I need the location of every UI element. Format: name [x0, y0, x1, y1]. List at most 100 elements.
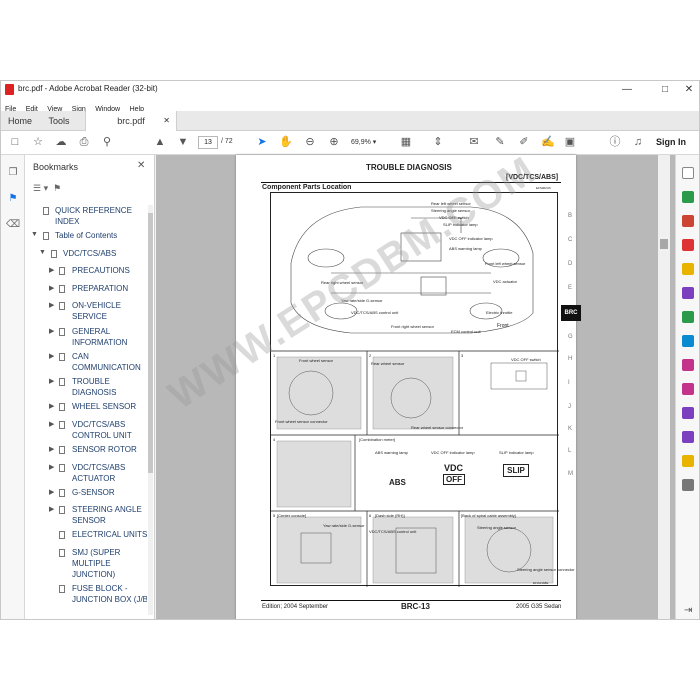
save-icon[interactable]: □ — [8, 135, 22, 149]
side-index-letter[interactable]: K — [568, 426, 572, 432]
bookmark-electrical-units[interactable]: ELECTRICAL UNITS — [72, 529, 147, 540]
select-cursor-icon[interactable]: ➤ — [255, 135, 269, 149]
side-index-letter[interactable]: J — [568, 404, 571, 410]
side-index-letter[interactable]: B — [568, 213, 572, 219]
previous-page-icon[interactable]: ▲ — [153, 135, 167, 149]
bookmark-icon — [59, 403, 65, 411]
help-icon[interactable]: ⓘ — [608, 135, 622, 149]
bookmark-on-vehicle-service[interactable]: ON-VEHICLE SERVICE — [72, 300, 147, 322]
zoom-in-icon[interactable]: ⊕ — [327, 135, 341, 149]
bookmark-sensor-rotor[interactable]: SENSOR ROTOR — [72, 444, 147, 455]
bookmark-fuse-block[interactable]: FUSE BLOCK - JUNCTION BOX (J/B) — [72, 583, 147, 605]
expand-arrow-icon[interactable]: ▶ — [49, 266, 54, 274]
bookmark-smj[interactable]: SMJ (SUPER MULTIPLE JUNCTION) — [72, 547, 147, 580]
close-icon[interactable]: ✕ — [677, 81, 699, 98]
notifications-bell-icon[interactable]: ♫ — [631, 135, 645, 149]
minimize-icon[interactable]: — — [615, 81, 639, 98]
expand-arrow-icon[interactable]: ▶ — [49, 505, 54, 513]
scroll-mode-icon[interactable]: ⇕ — [431, 135, 445, 149]
print-icon[interactable]: ⎙ — [77, 135, 91, 149]
combine-files-icon[interactable] — [682, 287, 694, 299]
panel-number: 3 — [461, 353, 464, 358]
bookmark-star-icon[interactable]: ☆ — [31, 135, 45, 149]
bookmarks-scroll-thumb[interactable] — [148, 213, 153, 473]
zoom-out-icon[interactable]: ⊖ — [303, 135, 317, 149]
side-index-letter[interactable]: M — [568, 471, 573, 477]
tab-home[interactable]: Home — [1, 111, 39, 131]
comment-icon[interactable]: ✉ — [467, 135, 481, 149]
request-signature-icon[interactable] — [682, 431, 694, 443]
edit-pdf-icon[interactable] — [682, 239, 694, 251]
document-scroll-thumb[interactable] — [660, 239, 668, 249]
fill-and-sign-icon[interactable] — [682, 407, 694, 419]
toolbar: □ ☆ ☁ ⎙ ⚲ ▲ ▼ 13 / 72 ➤ ✋ ⊖ ⊕ 69,9% ▾ ▦ … — [1, 131, 699, 155]
expand-arrow-icon[interactable]: ▶ — [49, 377, 54, 385]
search-tool-icon[interactable] — [682, 167, 694, 179]
expand-arrow-icon[interactable]: ▶ — [49, 488, 54, 496]
bookmark-general-information[interactable]: GENERAL INFORMATION — [72, 326, 147, 348]
redact-icon[interactable] — [682, 359, 694, 371]
collapse-arrow-icon[interactable]: ▼ — [39, 249, 46, 256]
bookmark-preparation[interactable]: PREPARATION — [72, 283, 147, 294]
tab-tools[interactable]: Tools — [39, 111, 79, 131]
organize-pages-icon[interactable] — [682, 311, 694, 323]
comment-tool-icon[interactable] — [682, 263, 694, 275]
bookmark-quick-reference[interactable]: QUICK REFERENCE INDEX — [55, 205, 135, 227]
bookmark-wheel-sensor[interactable]: WHEEL SENSOR — [72, 401, 147, 412]
close-panel-icon[interactable]: ✕ — [137, 160, 145, 171]
side-index-letter[interactable]: E — [568, 285, 572, 291]
maximize-icon[interactable]: □ — [653, 81, 677, 98]
expand-panel-icon[interactable]: ⇥ — [684, 605, 692, 616]
expand-arrow-icon[interactable]: ▶ — [49, 327, 54, 335]
tab-document[interactable]: brc.pdf ✕ — [85, 111, 177, 131]
bookmark-trouble-diagnosis[interactable]: TROUBLE DIAGNOSIS — [72, 376, 147, 398]
page-number-input[interactable]: 13 — [198, 136, 218, 149]
side-index-letter[interactable]: L — [568, 448, 571, 454]
next-page-icon[interactable]: ▼ — [176, 135, 190, 149]
side-index-brc-tab[interactable]: BRC — [561, 305, 581, 321]
more-tools-icon[interactable]: ▣ — [563, 135, 577, 149]
upload-cloud-icon[interactable]: ☁ — [54, 135, 68, 149]
bookmarks-panel-icon[interactable]: ⚑ — [6, 193, 20, 207]
expand-arrow-icon[interactable]: ▶ — [49, 420, 54, 428]
bookmark-can-communication[interactable]: CAN COMMUNICATION — [72, 351, 147, 373]
side-index-letter[interactable]: H — [568, 356, 572, 362]
expand-arrow-icon[interactable]: ▶ — [49, 352, 54, 360]
bookmark-toc[interactable]: Table of Contents — [55, 230, 135, 241]
expand-arrow-icon[interactable]: ▶ — [49, 284, 54, 292]
export-pdf-icon[interactable] — [682, 191, 694, 203]
sign-in-button[interactable]: Sign In — [656, 137, 686, 147]
page-fit-icon[interactable]: ▦ — [399, 135, 413, 149]
bookmark-actuator[interactable]: VDC/TCS/ABS ACTUATOR — [72, 462, 147, 484]
expand-arrow-icon[interactable]: ▶ — [49, 445, 54, 453]
create-pdf-icon[interactable] — [682, 215, 694, 227]
bookmark-steering-angle-sensor[interactable]: STEERING ANGLE SENSOR — [72, 504, 147, 526]
bookmark-options[interactable]: ☰ ▾ ⚑ — [33, 183, 61, 194]
bookmark-vdc-tcs-abs[interactable]: VDC/TCS/ABS — [63, 248, 143, 259]
search-icon[interactable]: ⚲ — [100, 135, 114, 149]
tab-close-icon[interactable]: ✕ — [163, 111, 170, 131]
bookmark-control-unit[interactable]: VDC/TCS/ABS CONTROL UNIT — [72, 419, 147, 441]
expand-arrow-icon[interactable]: ▶ — [49, 301, 54, 309]
side-index-letter[interactable]: D — [568, 261, 572, 267]
page-thumbnails-icon[interactable]: ❐ — [6, 167, 20, 181]
side-index-letter[interactable]: I — [568, 380, 570, 386]
side-index-letter[interactable]: G — [568, 334, 573, 340]
bookmark-precautions[interactable]: PRECAUTIONS — [72, 265, 147, 276]
fill-sign-icon[interactable]: ✍ — [541, 135, 555, 149]
side-index-letter[interactable]: C — [568, 237, 572, 243]
compress-pdf-icon[interactable] — [682, 335, 694, 347]
expand-arrow-icon[interactable]: ▶ — [49, 463, 54, 471]
zoom-level-select[interactable]: 69,9% ▾ — [351, 136, 389, 149]
protect-icon[interactable] — [682, 383, 694, 395]
highlight-pen-icon[interactable]: ✎ — [493, 135, 507, 149]
zoom-level-value: 69,9% — [351, 139, 371, 146]
bookmark-g-sensor[interactable]: G-SENSOR — [72, 487, 147, 498]
more-tools-strip-icon[interactable] — [682, 479, 694, 491]
document-scrollbar[interactable] — [658, 155, 670, 619]
send-for-comments-icon[interactable] — [682, 455, 694, 467]
hand-tool-icon[interactable]: ✋ — [279, 135, 293, 149]
attachments-icon[interactable]: ⌫ — [6, 219, 20, 233]
collapse-arrow-icon[interactable]: ▼ — [31, 231, 38, 238]
expand-arrow-icon[interactable]: ▶ — [49, 402, 54, 410]
